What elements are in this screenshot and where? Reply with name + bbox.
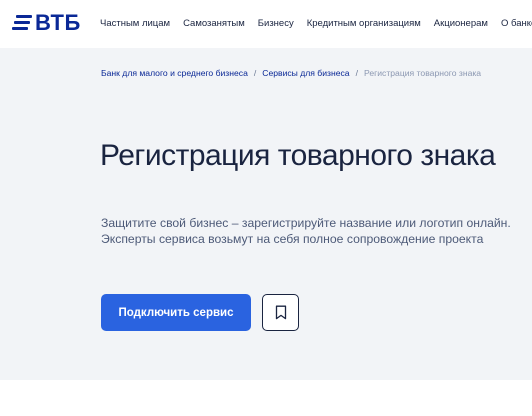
nav-item-about[interactable]: О банке xyxy=(501,16,532,32)
vtb-logo[interactable]: ВТБ xyxy=(12,11,81,35)
nav-item-private[interactable]: Частным лицам xyxy=(100,16,170,32)
breadcrumb-item-sme[interactable]: Банк для малого и среднего бизнеса xyxy=(101,66,248,80)
nav-item-business[interactable]: Бизнесу xyxy=(258,16,294,32)
brand-name: ВТБ xyxy=(35,10,81,35)
breadcrumb-item-services[interactable]: Сервисы для бизнеса xyxy=(262,66,349,80)
bookmark-icon xyxy=(275,305,286,320)
hero-section: Банк для малого и среднего бизнеса / Сер… xyxy=(0,48,532,380)
connect-service-button[interactable]: Подключить сервис xyxy=(101,294,251,331)
page-title: Регистрация товарного знака xyxy=(100,139,496,172)
nav-item-shareholders[interactable]: Акционерам xyxy=(434,16,488,32)
page-subtitle: Защитите свой бизнес – зарегистрируйте н… xyxy=(101,216,511,246)
breadcrumb-current: Регистрация товарного знака xyxy=(363,68,482,78)
breadcrumb-separator: / xyxy=(355,68,358,78)
breadcrumb-separator: / xyxy=(253,68,257,78)
bookmark-button[interactable] xyxy=(262,294,299,331)
nav-item-credit-orgs[interactable]: Кредитным организациям xyxy=(307,16,421,32)
nav-item-self-employed[interactable]: Самозанятым xyxy=(183,16,245,32)
top-nav: Частным лицам Самозанятым Бизнесу Кредит… xyxy=(100,16,532,32)
breadcrumb: Банк для малого и среднего бизнеса / Сер… xyxy=(101,66,481,80)
site-header: ВТБ Частным лицам Самозанятым Бизнесу Кр… xyxy=(0,0,532,48)
vtb-logo-icon xyxy=(12,15,32,31)
